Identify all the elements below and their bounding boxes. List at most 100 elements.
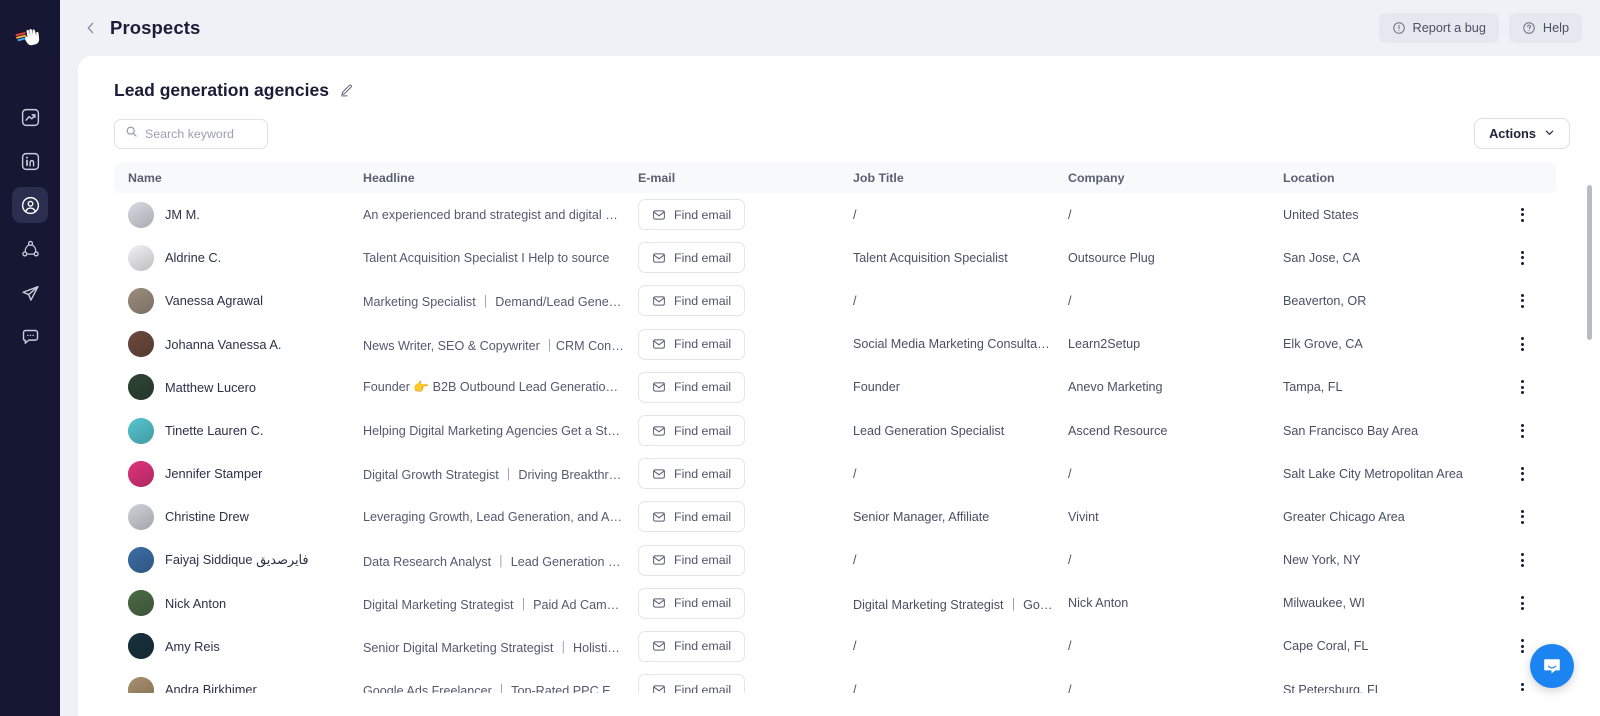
intercom-chat-button[interactable] <box>1530 644 1574 688</box>
cell-email: Find email <box>624 279 839 322</box>
cell-headline: Leveraging Growth, Lead Generation, and … <box>363 509 624 524</box>
table-row[interactable]: Tinette Lauren C. Helping Digital Marketi… <box>114 409 1556 452</box>
find-email-button[interactable]: Find email <box>638 544 746 576</box>
actions-button[interactable]: Actions <box>1474 118 1570 149</box>
dot <box>1520 299 1524 303</box>
pencil-edit-icon[interactable] <box>339 83 354 98</box>
table-row[interactable]: Vanessa Agrawal Marketing Specialist ｜ De… <box>114 279 1556 322</box>
find-email-button[interactable]: Find email <box>638 415 746 447</box>
find-email-button[interactable]: Find email <box>638 371 746 403</box>
cell-row-actions <box>1484 452 1556 495</box>
column-header-company[interactable]: Company <box>1054 163 1269 193</box>
table-row[interactable]: Christine Drew Leveraging Growth, Lead Ge… <box>114 495 1556 538</box>
cell-row-actions <box>1484 539 1556 582</box>
find-email-button[interactable]: Find email <box>638 242 746 274</box>
sidebar-item-campaigns[interactable] <box>12 275 48 311</box>
row-menu-button[interactable] <box>1510 203 1534 227</box>
dot <box>1520 607 1524 611</box>
table-row[interactable]: Andra Birkhimer Google Ads Freelancer ｜ T… <box>114 668 1556 693</box>
row-menu-button[interactable] <box>1510 678 1534 693</box>
name-cell: Andra Birkhimer <box>128 676 349 693</box>
dot <box>1520 472 1524 476</box>
cell-row-actions <box>1484 495 1556 538</box>
find-email-button[interactable]: Find email <box>638 285 746 317</box>
find-email-button[interactable]: Find email <box>638 587 746 619</box>
column-header-name[interactable]: Name <box>114 163 349 193</box>
find-email-button[interactable]: Find email <box>638 328 746 360</box>
table-row[interactable]: Amy Reis Senior Digital Marketing Strateg… <box>114 625 1556 668</box>
chat-bubble-icon <box>20 327 41 348</box>
sidebar-item-dashboard[interactable] <box>12 99 48 135</box>
table-row[interactable]: Nick Anton Digital Marketing Strategist ｜… <box>114 582 1556 625</box>
sidebar-item-prospects[interactable] <box>12 187 48 223</box>
row-menu-button[interactable] <box>1510 332 1534 356</box>
dot <box>1520 304 1524 308</box>
cell-company: / <box>1068 639 1072 654</box>
find-email-label: Find email <box>674 207 732 222</box>
row-menu-button[interactable] <box>1510 375 1534 399</box>
column-header-email[interactable]: E-mail <box>624 163 839 193</box>
row-menu-button[interactable] <box>1510 634 1534 658</box>
dot <box>1520 423 1524 427</box>
cell-headline: An experienced brand strategist and digi… <box>363 207 624 222</box>
cell-row-actions <box>1484 236 1556 279</box>
find-email-button[interactable]: Find email <box>638 630 746 662</box>
avatar <box>128 633 154 660</box>
table-row[interactable]: Johanna Vanessa A. News Writer, SEO & Cop… <box>114 323 1556 366</box>
table-row[interactable]: Aldrine C. Talent Acquisition Specialist … <box>114 236 1556 279</box>
dot <box>1520 650 1524 654</box>
dot <box>1520 520 1524 524</box>
prospects-table: Name Headline E-mail Job Title Company L… <box>114 163 1556 693</box>
table-row[interactable]: JM M. An experienced brand strategist and… <box>114 193 1556 236</box>
network-share-icon <box>20 239 41 260</box>
column-header-headline[interactable]: Headline <box>349 163 624 193</box>
report-bug-button[interactable]: Report a bug <box>1378 13 1499 43</box>
help-button[interactable]: Help <box>1508 13 1582 43</box>
avatar <box>128 287 154 314</box>
table-row[interactable]: Faiyaj Siddique فايرصديق Data Research An… <box>114 539 1556 582</box>
back-button[interactable] <box>80 17 102 39</box>
find-email-button[interactable]: Find email <box>638 674 746 693</box>
row-menu-button[interactable] <box>1510 548 1534 572</box>
name-cell: Christine Drew <box>128 503 349 530</box>
app-logo[interactable] <box>0 4 60 64</box>
sidebar-item-network[interactable] <box>12 231 48 267</box>
sidebar-item-linkedin[interactable] <box>12 143 48 179</box>
cell-location: San Francisco Bay Area <box>1283 423 1419 438</box>
avatar <box>128 590 154 617</box>
dot <box>1520 558 1524 562</box>
cell-company: / <box>1068 553 1072 568</box>
find-email-button[interactable]: Find email <box>638 501 746 533</box>
table-row[interactable]: Matthew Lucero Founder 👉 B2B Outbound Lea… <box>114 366 1556 409</box>
find-email-button[interactable]: Find email <box>638 199 746 231</box>
envelope-icon <box>652 510 666 524</box>
column-header-actions <box>1484 163 1556 193</box>
row-menu-button[interactable] <box>1510 462 1534 486</box>
find-email-button[interactable]: Find email <box>638 458 746 490</box>
cell-job-title: Digital Marketing Strategist ｜ Google … <box>853 597 1054 612</box>
page-title: Prospects <box>110 17 201 38</box>
search-box[interactable] <box>114 118 268 149</box>
envelope-icon <box>652 294 666 308</box>
search-input[interactable] <box>145 126 257 141</box>
row-menu-button[interactable] <box>1510 505 1534 529</box>
cell-location: Elk Grove, CA <box>1283 337 1363 352</box>
sidebar-item-messages[interactable] <box>12 319 48 355</box>
vertical-scrollbar-thumb[interactable] <box>1587 185 1592 340</box>
row-menu-button[interactable] <box>1510 419 1534 443</box>
name-cell: Amy Reis <box>128 633 349 660</box>
row-menu-button[interactable] <box>1510 246 1534 270</box>
cell-headline: Data Research Analyst ｜ Lead Generation … <box>363 554 624 569</box>
column-header-job-title[interactable]: Job Title <box>839 163 1054 193</box>
cell-location: Beaverton, OR <box>1283 293 1367 308</box>
envelope-icon <box>652 683 666 693</box>
column-header-location[interactable]: Location <box>1269 163 1484 193</box>
cell-row-actions <box>1484 366 1556 409</box>
intercom-chat-icon <box>1541 655 1563 677</box>
row-menu-button[interactable] <box>1510 289 1534 313</box>
row-menu-button[interactable] <box>1510 591 1534 615</box>
cell-email: Find email <box>624 193 839 236</box>
find-email-label: Find email <box>674 553 732 568</box>
table-row[interactable]: Jennifer Stamper Digital Growth Strategis… <box>114 452 1556 495</box>
avatar <box>128 503 154 530</box>
